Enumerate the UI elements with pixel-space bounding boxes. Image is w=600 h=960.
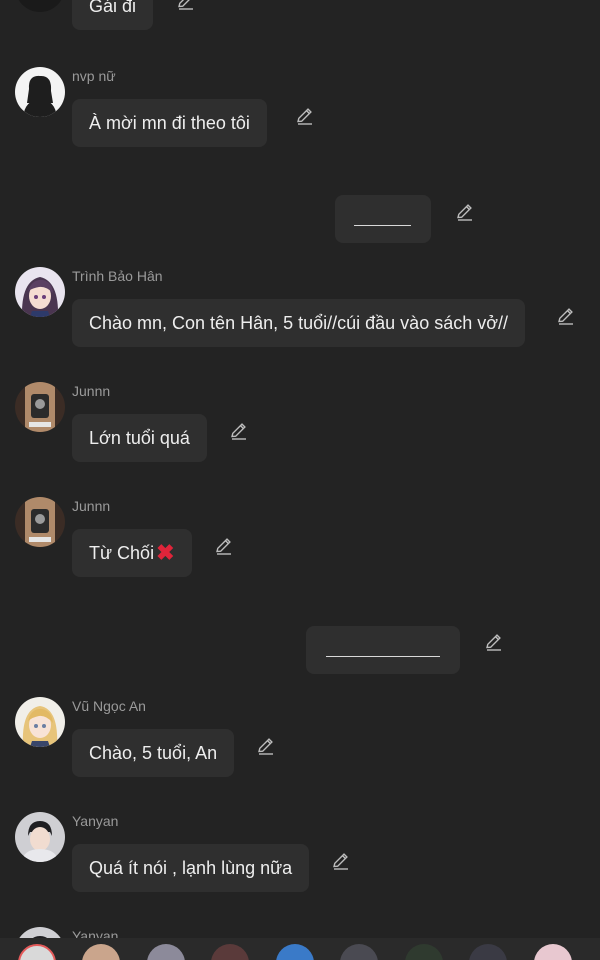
sender-name: Junnn — [72, 383, 111, 399]
edit-icon[interactable] — [214, 536, 234, 556]
character-avatar[interactable] — [211, 944, 249, 960]
sender-name: Vũ Ngọc An — [72, 698, 146, 714]
sender-name: Trình Bảo Hân — [72, 268, 163, 284]
own-message-bubble[interactable] — [335, 195, 431, 243]
message-text: Quá ít nói , lạnh lùng nữa — [89, 858, 293, 878]
character-avatar[interactable] — [405, 944, 443, 960]
avatar[interactable] — [15, 0, 65, 12]
edit-icon[interactable] — [455, 202, 475, 222]
character-avatar[interactable] — [534, 944, 572, 960]
sender-name: nvp nữ — [72, 68, 116, 84]
message-text: Lớn tuổi quá — [89, 428, 190, 448]
message-bubble[interactable]: Lớn tuổi quá — [72, 414, 207, 462]
message-text: Chào mn, Con tên Hân, 5 tuổi//cúi đầu và… — [89, 313, 509, 333]
sender-name: Yanyan — [72, 813, 119, 829]
message-bubble[interactable]: Chào mn, Con tên Hân, 5 tuổi//cúi đầu và… — [72, 299, 526, 347]
character-avatar[interactable] — [469, 944, 507, 960]
own-message-bubble[interactable] — [306, 626, 460, 674]
blank-line — [354, 225, 411, 226]
message-text: Từ Chối — [89, 543, 155, 563]
avatar-photo[interactable] — [15, 382, 65, 432]
avatar-anime-blonde[interactable] — [15, 697, 65, 747]
avatar-photo[interactable] — [15, 497, 65, 547]
add-character-button[interactable] — [18, 944, 56, 960]
message-bubble[interactable]: Từ Chối✖ — [72, 529, 192, 577]
message-bubble[interactable]: À mời mn đi theo tôi — [72, 99, 267, 147]
message-text: À mời mn đi theo tôi — [89, 113, 250, 133]
edit-icon[interactable] — [556, 306, 576, 326]
character-avatar[interactable] — [82, 944, 120, 960]
character-avatar[interactable] — [147, 944, 185, 960]
message-text: Gái đi — [89, 0, 137, 16]
message-text: Chào, 5 tuổi, An — [89, 743, 218, 763]
character-avatar-bar — [0, 938, 600, 960]
message-bubble[interactable]: Quá ít nói , lạnh lùng nữa — [72, 844, 310, 892]
avatar-photo[interactable] — [15, 812, 65, 862]
avatar-silhouette[interactable] — [15, 67, 65, 117]
character-avatar[interactable] — [340, 944, 378, 960]
edit-icon[interactable] — [176, 0, 196, 11]
blank-line — [326, 656, 440, 657]
cross-mark-emoji: ✖ — [156, 540, 175, 565]
edit-icon[interactable] — [229, 421, 249, 441]
message-bubble[interactable]: Gái đi — [72, 0, 154, 30]
sender-name: Junnn — [72, 498, 111, 514]
message-bubble[interactable]: Chào, 5 tuổi, An — [72, 729, 235, 777]
edit-icon[interactable] — [331, 851, 351, 871]
character-avatar[interactable] — [276, 944, 314, 960]
edit-icon[interactable] — [295, 106, 315, 126]
edit-icon[interactable] — [256, 736, 276, 756]
edit-icon[interactable] — [484, 632, 504, 652]
avatar-anime-girl[interactable] — [15, 267, 65, 317]
